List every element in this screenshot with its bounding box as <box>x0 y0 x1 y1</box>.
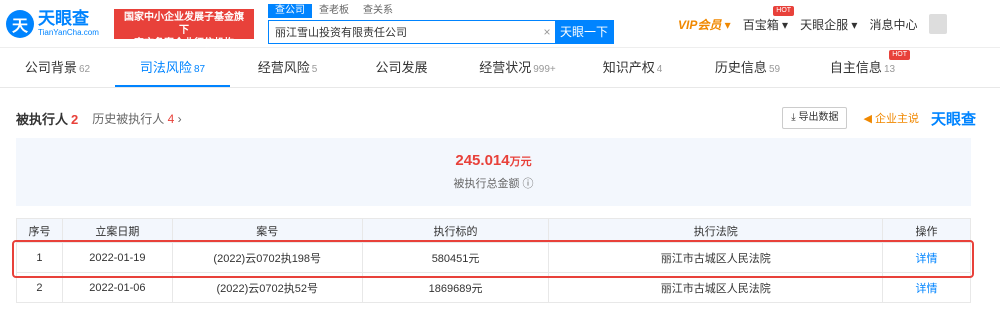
tab-judicial-risk[interactable]: 司法风险 87 <box>115 48 230 87</box>
search-tab-relation[interactable]: 查关系 <box>356 4 400 18</box>
brand-watermark: 天眼查 <box>930 110 976 128</box>
tab-company-development[interactable]: 公司发展 <box>345 48 460 87</box>
cell-case: (2022)云0702执52号 <box>171 272 363 303</box>
history-executed-link[interactable]: 历史被执行人 4 › <box>92 110 181 127</box>
export-button[interactable]: ⤓ 导出数据 <box>782 107 848 129</box>
search-area: 查公司 查老板 查关系 × 天眼一下 <box>268 4 614 44</box>
nav-enterprise-service[interactable]: 天眼企服 ▾ <box>800 16 857 33</box>
cell-amount: 580451元 <box>361 242 550 273</box>
tab-company-background[interactable]: 公司背景 62 <box>0 48 115 87</box>
clear-icon[interactable]: × <box>539 21 555 43</box>
col-header-case: 案号 <box>171 218 363 243</box>
category-tabs: 公司背景 62 司法风险 87 经营风险 5 公司发展 经营状况 999+ 知识产权 4 … <box>0 48 1000 88</box>
col-header-no: 序号 <box>16 218 63 243</box>
tab-business-status[interactable]: 经营状况 999+ <box>460 48 575 87</box>
gov-badge: 国家中小企业发展子基金旗下 官方备案企业征信机构 <box>114 8 254 49</box>
hot-badge: HOT <box>773 5 795 16</box>
top-bar: 天 天眼查 TianYanCha.com 国家中小企业发展子基金旗下 官方备案企… <box>0 0 1000 49</box>
nav-treasure-box[interactable]: 百宝箱 ▾ HOT <box>743 5 795 33</box>
vip-member-link[interactable]: VIP会员 ▾ <box>678 16 731 33</box>
table-row: 1 2022-01-19 (2022)云0702执198号 580451元 丽江… <box>16 242 971 273</box>
col-header-op: 操作 <box>882 218 971 243</box>
search-button[interactable]: 天眼一下 <box>555 21 613 43</box>
search-tab-boss[interactable]: 查老板 <box>312 4 356 18</box>
section-header: 被执行人 2 历史被执行人 4 › ⤓ 导出数据 ◀ 企业主说 天眼查 <box>16 104 976 132</box>
section-title: 被执行人 2 <box>16 111 79 127</box>
table-header-row: 序号 立案日期 案号 执行标的 执行法院 操作 <box>16 218 971 243</box>
col-header-amount[interactable]: 执行标的 <box>361 218 550 243</box>
col-header-court: 执行法院 <box>548 218 884 243</box>
tab-intellectual-property[interactable]: 知识产权 4 <box>575 48 690 87</box>
col-header-date[interactable]: 立案日期 <box>61 218 173 243</box>
logo-domain: TianYanCha.com <box>38 28 99 37</box>
tab-self-info[interactable]: 自主信息 13 HOT <box>805 48 920 87</box>
detail-link[interactable]: 详情 <box>882 242 971 273</box>
search-tab-company[interactable]: 查公司 <box>268 4 312 18</box>
tab-operating-risk[interactable]: 经营风险 5 <box>230 48 345 87</box>
logo-icon: 天 <box>6 9 34 38</box>
total-amount: 245.014万元 <box>455 152 532 169</box>
search-input[interactable] <box>269 21 539 43</box>
avatar[interactable] <box>929 14 948 34</box>
company-say-link[interactable]: ◀ 企业主说 <box>863 110 919 126</box>
cell-no: 2 <box>16 272 63 303</box>
cell-amount: 1869689元 <box>361 272 550 303</box>
logo[interactable]: 天 天眼查 TianYanCha.com <box>6 9 106 38</box>
cell-date: 2022-01-19 <box>61 242 173 273</box>
executed-person-table: 序号 立案日期 案号 执行标的 执行法院 操作 1 2022-01-19 (20… <box>16 218 971 303</box>
cell-court[interactable]: 丽江市古城区人民法院 <box>548 272 884 303</box>
cell-no: 1 <box>16 242 63 273</box>
hot-badge: HOT <box>889 50 910 60</box>
detail-link[interactable]: 详情 <box>882 272 971 303</box>
summary-panel: 245.014万元 被执行总金额 ⓘ <box>16 138 971 206</box>
cell-case: (2022)云0702执198号 <box>171 242 363 273</box>
logo-text: 天眼查 <box>38 9 89 28</box>
total-amount-label: 被执行总金额 ⓘ <box>453 178 534 190</box>
table-row: 2 2022-01-06 (2022)云0702执52号 1869689元 丽江… <box>16 272 971 303</box>
info-icon[interactable]: ⓘ <box>523 178 534 190</box>
cell-date: 2022-01-06 <box>61 272 173 303</box>
tab-history[interactable]: 历史信息 59 <box>690 48 805 87</box>
nav-message-center[interactable]: 消息中心 <box>869 16 917 33</box>
cell-court[interactable]: 丽江市古城区人民法院 <box>548 242 884 273</box>
